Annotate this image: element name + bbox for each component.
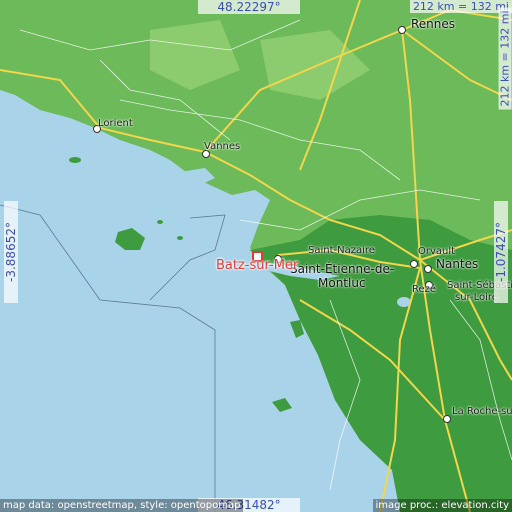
map-credit: map data: openstreetmap, style: opentopo… (0, 499, 244, 512)
nantes-marker (424, 265, 432, 273)
vannes-label: Vannes (204, 141, 241, 152)
orvault-label: Orvault (418, 246, 456, 257)
longitude-left-label: -3.88652° (4, 201, 18, 303)
rennes-label: Rennes (411, 17, 456, 31)
la-roche-label: La Roche-sur- (452, 406, 512, 417)
scale-label-top: 212 km = 132 mi (409, 0, 512, 13)
montluc-label: Montluc (318, 276, 366, 290)
longitude-right-label: -1.07427° (494, 201, 508, 303)
focus-city-label: Batz-sur-Mer (216, 258, 299, 273)
reze-label: Rezé (412, 284, 437, 295)
saint-etienne-label: Saint-Étienne-de- (290, 262, 395, 276)
sur-loire-label: sur-Loire (455, 292, 498, 303)
map-view[interactable]: Rennes Lorient Vannes Saint-Nazaire Sain… (0, 0, 512, 512)
image-credit: image proc.: elevation.city (372, 499, 512, 512)
yeu-island (272, 398, 292, 412)
lorient-label: Lorient (98, 118, 133, 129)
saint-nazaire-label: Saint-Nazaire (308, 245, 375, 256)
la-roche-marker (443, 415, 451, 423)
nantes-label: Nantes (436, 257, 479, 271)
rennes-marker (398, 26, 406, 34)
scale-label-right: 212 km = 132 mi (498, 7, 512, 110)
belle-ile-island (115, 228, 145, 250)
orvault-marker (410, 260, 418, 268)
latitude-top-label: 48.22297° (198, 0, 300, 14)
